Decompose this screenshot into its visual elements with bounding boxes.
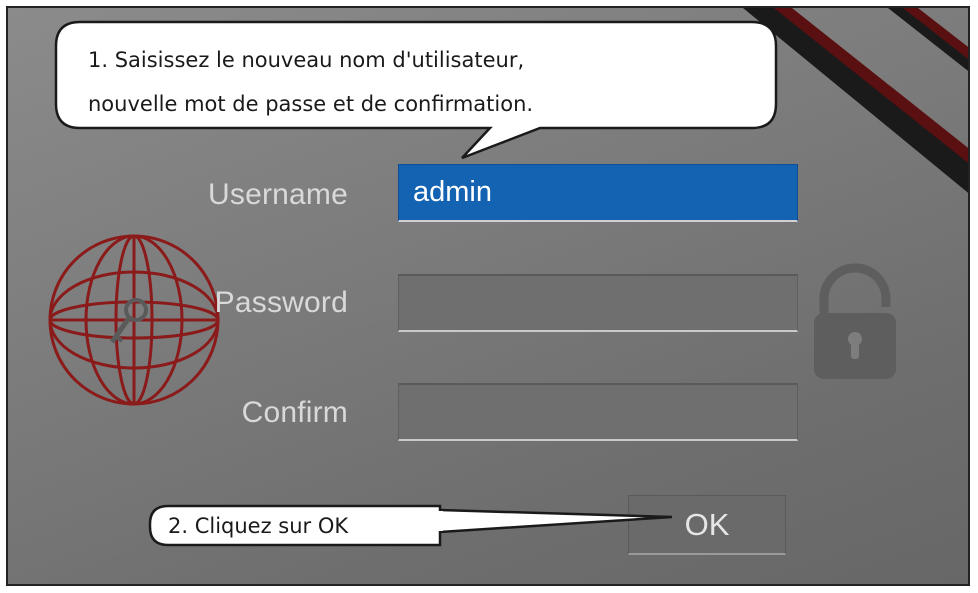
callout-2-text: 2. Cliquez sur OK: [168, 514, 349, 538]
padlock-icon: [814, 263, 896, 379]
username-input[interactable]: [398, 164, 798, 222]
username-label: Username: [208, 178, 348, 211]
callout-1-line-2: nouvelle mot de passe et de confirmation…: [88, 92, 534, 116]
password-label: Password: [214, 286, 348, 319]
password-input[interactable]: [398, 274, 798, 332]
ok-button[interactable]: OK: [628, 495, 786, 555]
confirm-label: Confirm: [241, 396, 348, 429]
callout-1-line-1: 1. Saisissez le nouveau nom d'utilisateu…: [88, 48, 525, 72]
globe-key-icon: [48, 234, 220, 406]
confirm-input[interactable]: [398, 383, 798, 441]
